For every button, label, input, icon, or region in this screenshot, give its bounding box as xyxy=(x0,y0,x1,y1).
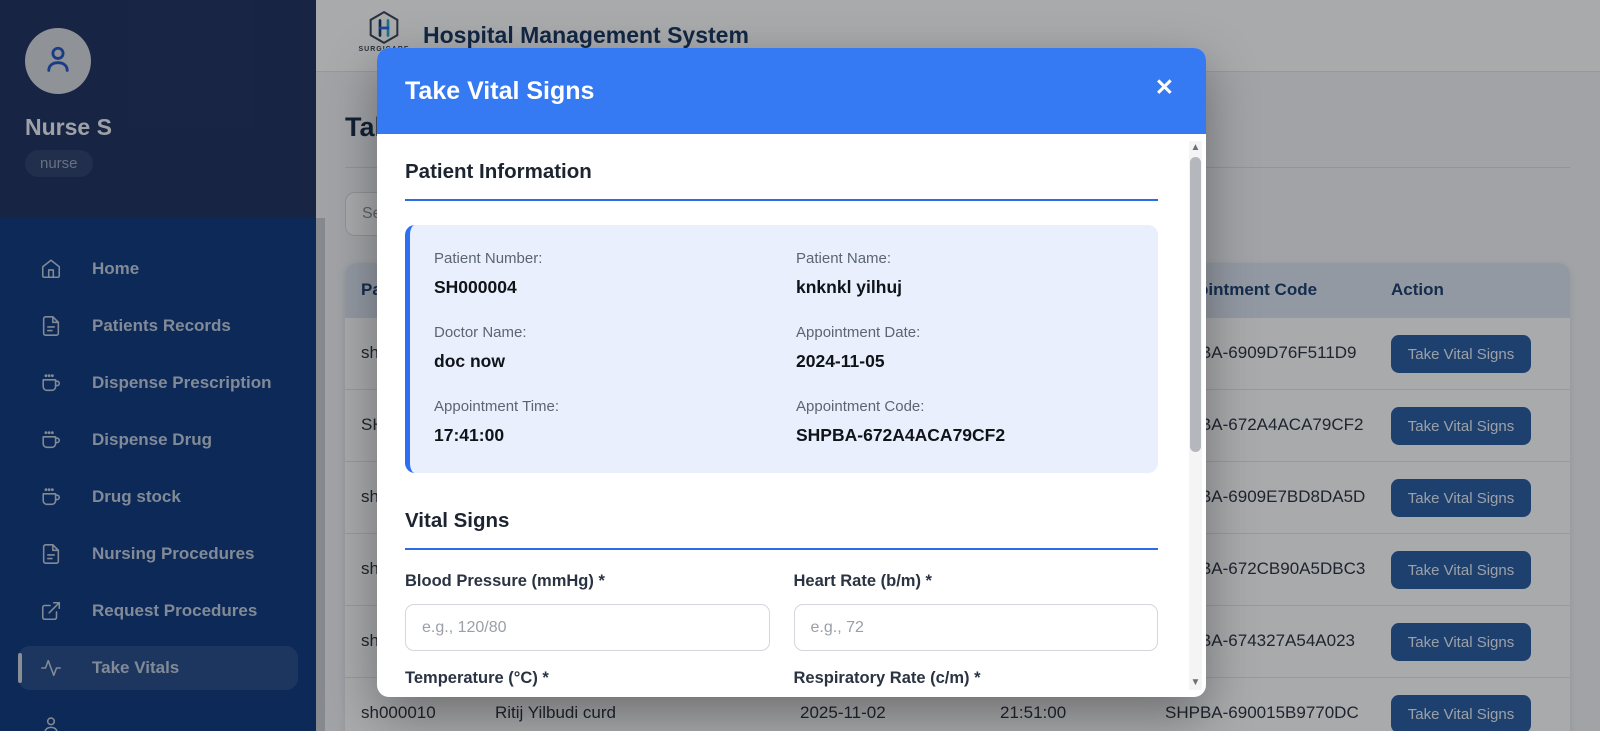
field-label: Patient Number: xyxy=(434,250,543,267)
field-label: Appointment Time: xyxy=(434,398,560,415)
vital-field: Blood Pressure (mmHg) * xyxy=(405,554,770,651)
vital-field-label: Heart Rate (b/m) * xyxy=(793,572,932,590)
patient-info-box: Patient Number: SH000004 Patient Name: knkn… xyxy=(405,225,1158,473)
vital-field: Temperature (°C) * xyxy=(405,651,770,697)
patient-info-field: Doctor Name: doc now xyxy=(434,324,772,372)
field-value: 2024-11-05 xyxy=(796,351,885,371)
patient-info-field: Patient Number: SH000004 xyxy=(434,250,772,298)
field-value: 17:41:00 xyxy=(434,425,505,445)
patient-info-field: Appointment Time: 17:41:00 xyxy=(434,398,772,446)
modal-header: Take Vital Signs ✕ xyxy=(377,48,1206,134)
modal-scrollbar[interactable]: ▲ ▼ xyxy=(1189,141,1202,690)
patient-info-field: Patient Name: knknkl yilhuj xyxy=(796,250,1134,298)
field-value: SHPBA-672A4ACA79CF2 xyxy=(796,425,1006,445)
scroll-up-icon[interactable]: ▲ xyxy=(1189,141,1202,155)
scrollbar-thumb[interactable] xyxy=(1190,157,1201,452)
field-value: knknkl yilhuj xyxy=(796,277,902,297)
field-value: doc now xyxy=(434,351,505,371)
modal-body: Patient Information Patient Number: SH000… xyxy=(377,134,1206,697)
patient-info-field: Appointment Code: SHPBA-672A4ACA79CF2 xyxy=(796,398,1134,446)
vital-field-label: Temperature (°C) * xyxy=(405,669,549,687)
scroll-down-icon[interactable]: ▼ xyxy=(1189,676,1202,690)
field-label: Appointment Code: xyxy=(796,398,925,415)
vital-input-heart-rate[interactable] xyxy=(793,604,1158,651)
vital-field: Respiratory Rate (c/m) * xyxy=(794,651,1159,697)
close-icon[interactable]: ✕ xyxy=(1155,76,1174,99)
take-vitals-modal: Take Vital Signs ✕ Patient Information P… xyxy=(377,48,1206,697)
field-value: SH000004 xyxy=(434,277,517,297)
vital-signs-form: Blood Pressure (mmHg) * Heart Rate (b/m) … xyxy=(405,554,1158,697)
patient-info-field: Appointment Date: 2024-11-05 xyxy=(796,324,1134,372)
vital-input-blood-pressure[interactable] xyxy=(405,604,770,651)
field-label: Doctor Name: xyxy=(434,324,527,341)
app-root: Nurse S nurse Home Patients Records Dispen… xyxy=(0,0,1600,731)
field-label: Patient Name: xyxy=(796,250,892,267)
vital-field-label: Blood Pressure (mmHg) * xyxy=(405,572,605,590)
field-label: Appointment Date: xyxy=(796,324,921,341)
vital-field-label: Respiratory Rate (c/m) * xyxy=(793,669,981,687)
vital-signs-section-title: Vital Signs xyxy=(405,509,1158,550)
vital-field: Heart Rate (b/m) * xyxy=(793,554,1158,651)
modal-title: Take Vital Signs xyxy=(405,77,595,105)
patient-info-section-title: Patient Information xyxy=(405,160,1158,201)
